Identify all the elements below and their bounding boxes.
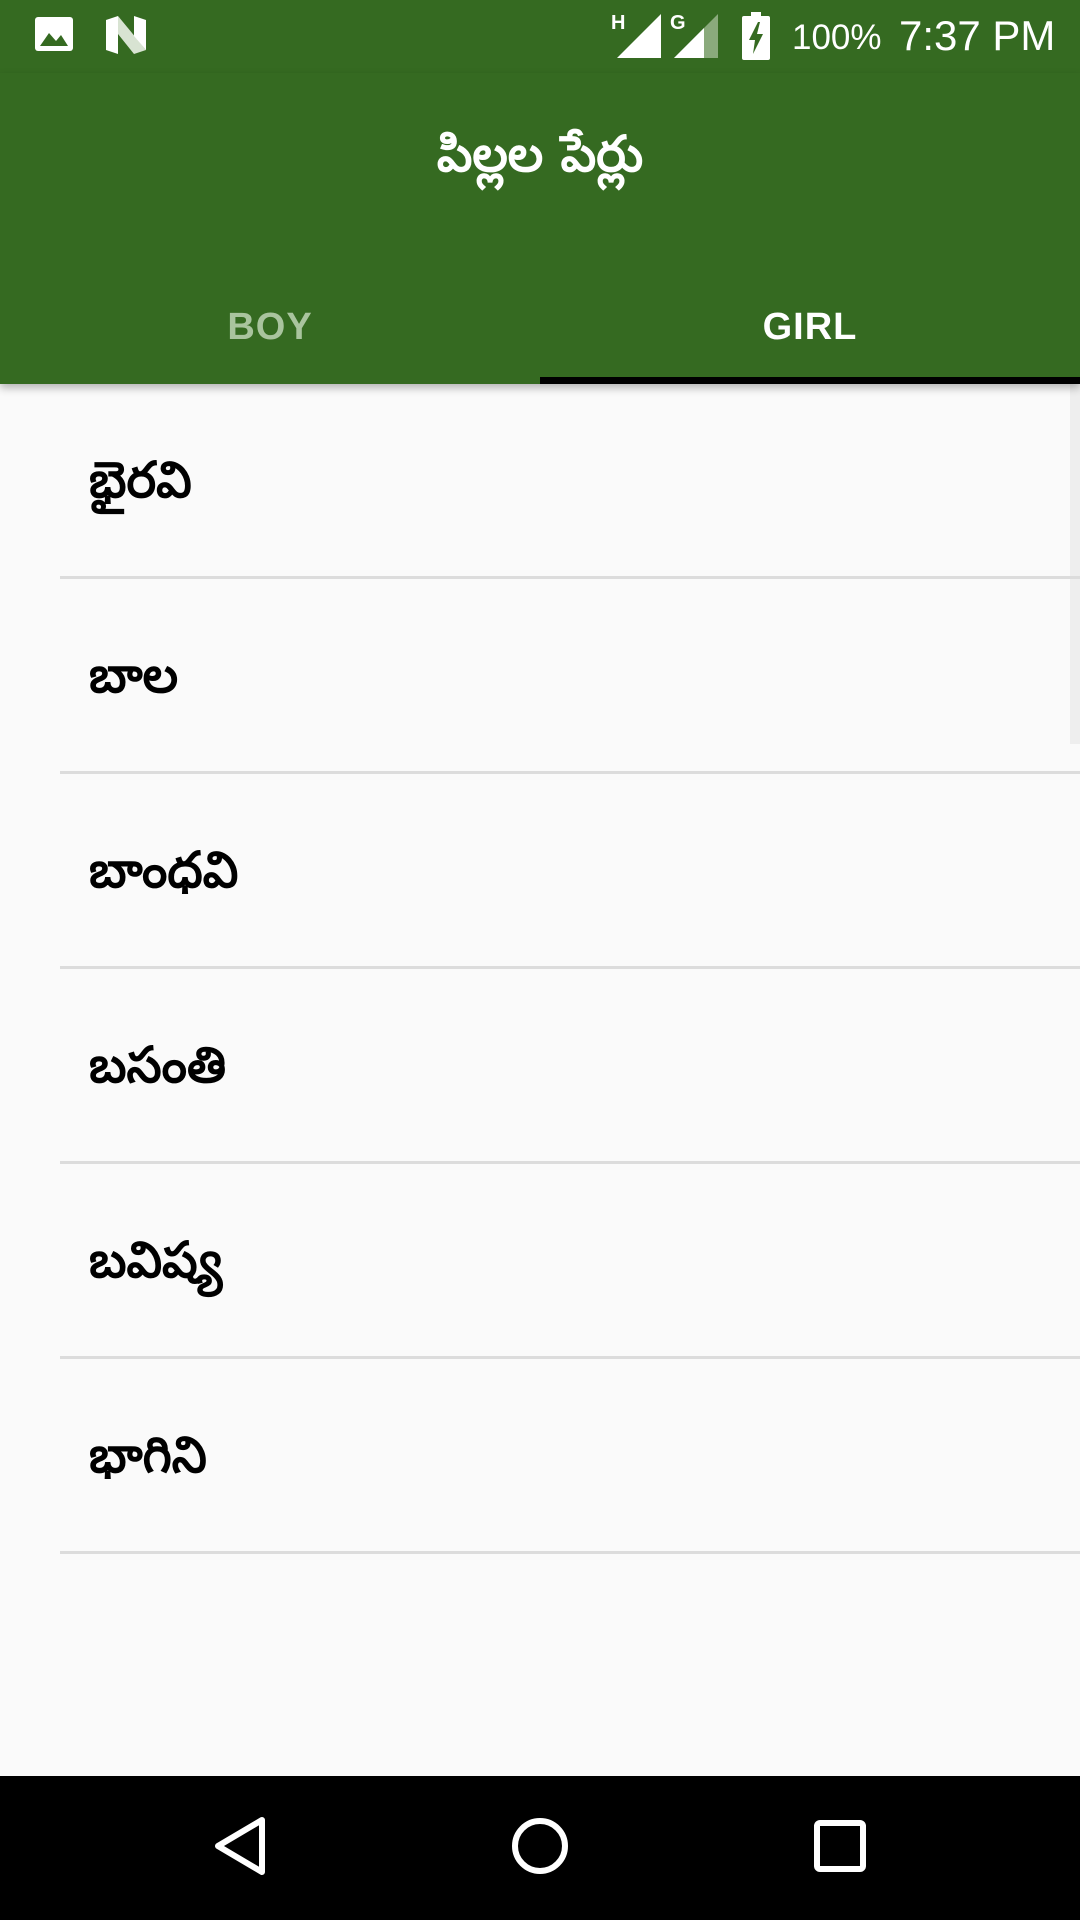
list-item[interactable]: భైరవి	[0, 384, 1080, 579]
list-item-label: భైరవి	[89, 451, 192, 509]
battery-charging-icon	[742, 12, 770, 64]
image-icon	[34, 14, 74, 58]
recents-icon	[813, 1819, 867, 1877]
list-item[interactable]: భాగిని	[0, 1359, 1080, 1554]
recents-button[interactable]	[740, 1776, 940, 1920]
list-item-label: బసంతి	[89, 1036, 227, 1094]
app-bar: పిల్లల పేర్లు BOY GIRL	[0, 73, 1080, 384]
list-item-label: భాగిని	[89, 1426, 207, 1484]
home-icon	[510, 1816, 570, 1880]
tab-label: BOY	[227, 305, 313, 348]
list-item-label: బాంధవి	[89, 841, 239, 899]
page-title: పిల్లల పేర్లు	[436, 125, 644, 183]
signal-h-icon	[617, 14, 661, 62]
tab-girl[interactable]: GIRL	[540, 270, 1080, 384]
battery-percentage: 100%	[792, 18, 882, 57]
screen: H G 100% 7:37 PM పిల్లల పేర్లు BOY GIRL …	[0, 0, 1080, 1920]
signal-g-icon	[674, 14, 718, 62]
tab-bar: BOY GIRL	[0, 270, 1080, 384]
list-item[interactable]: బసంతి	[0, 969, 1080, 1164]
list-item-label: బవిష్య	[89, 1231, 223, 1289]
tab-label: GIRL	[762, 305, 858, 348]
list-item[interactable]: బాంధవి	[0, 774, 1080, 969]
back-icon	[212, 1816, 268, 1880]
name-list[interactable]: భైరవి బాల బాంధవి బసంతి బవిష్య భాగిని	[0, 384, 1080, 1776]
navigation-bar	[0, 1776, 1080, 1920]
back-button[interactable]	[140, 1776, 340, 1920]
clock: 7:37 PM	[899, 12, 1056, 59]
home-button[interactable]	[440, 1776, 640, 1920]
n-icon	[104, 14, 148, 60]
list-item-label: బాల	[89, 646, 179, 704]
tab-indicator	[540, 377, 1080, 384]
list-item[interactable]: బవిష్య	[0, 1164, 1080, 1359]
status-bar: H G 100% 7:37 PM	[0, 0, 1080, 73]
tab-boy[interactable]: BOY	[0, 270, 540, 384]
list-item[interactable]: బాల	[0, 579, 1080, 774]
divider	[60, 1551, 1080, 1554]
